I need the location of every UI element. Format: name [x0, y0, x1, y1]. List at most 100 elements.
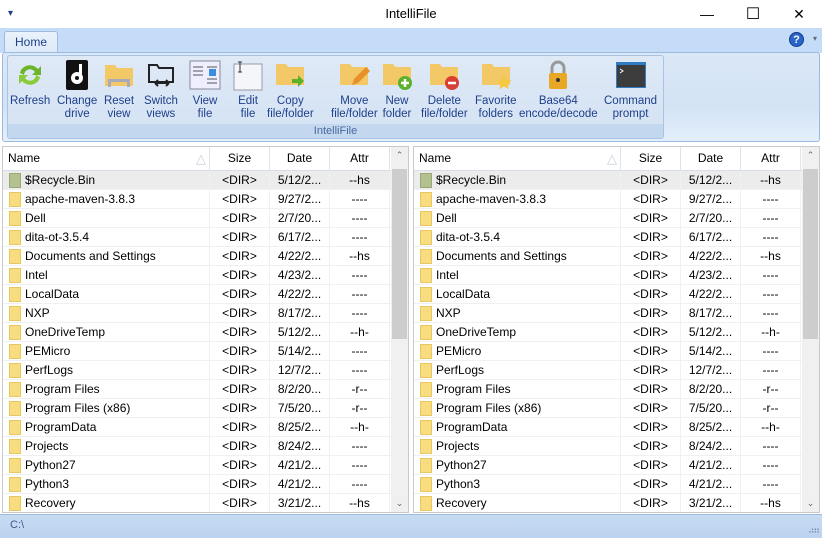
file-row[interactable]: Documents and Settings <DIR> 4/22/2... --hs — [414, 247, 802, 266]
maximize-button[interactable]: ☐ — [730, 0, 776, 28]
file-row[interactable]: LocalData <DIR> 4/22/2... ---- — [3, 285, 391, 304]
cell-attr: ---- — [330, 361, 390, 380]
cell-date: 9/27/2... — [270, 190, 330, 209]
tab-home[interactable]: Home — [4, 31, 58, 54]
file-row[interactable]: dita-ot-3.5.4 <DIR> 6/17/2... ---- — [414, 228, 802, 247]
drive-icon — [61, 59, 93, 91]
cell-attr: -r-- — [741, 399, 801, 418]
file-row[interactable]: PerfLogs <DIR> 12/7/2... ---- — [414, 361, 802, 380]
command-button[interactable]: Command prompt — [604, 59, 657, 121]
vertical-scrollbar[interactable]: ⌃ ⌄ — [391, 147, 408, 512]
close-button[interactable]: ✕ — [776, 0, 822, 28]
cell-date: 5/12/2... — [681, 323, 741, 342]
file-row[interactable]: OneDriveTemp <DIR> 5/12/2... --h- — [414, 323, 802, 342]
base64-button[interactable]: Base64 encode/decode — [519, 59, 598, 121]
button-label-line2: file — [240, 108, 256, 120]
file-row[interactable]: Projects <DIR> 8/24/2... ---- — [414, 437, 802, 456]
new-button[interactable]: New folder — [381, 59, 413, 121]
scroll-up-icon[interactable]: ⌃ — [802, 150, 819, 161]
file-row[interactable]: ProgramData <DIR> 8/25/2... --h- — [414, 418, 802, 437]
file-row[interactable]: Dell <DIR> 2/7/20... ---- — [414, 209, 802, 228]
file-row[interactable]: Recovery <DIR> 3/21/2... --hs — [3, 494, 391, 512]
view-button[interactable]: View file — [189, 59, 221, 121]
file-row[interactable]: apache-maven-3.8.3 <DIR> 9/27/2... ---- — [414, 190, 802, 209]
cell-attr: --hs — [741, 247, 801, 266]
column-header-name[interactable]: Name △ — [414, 147, 621, 171]
favorite-button[interactable]: Favorite folders — [475, 59, 517, 121]
file-row[interactable]: Documents and Settings <DIR> 4/22/2... --hs — [3, 247, 391, 266]
file-row[interactable]: Program Files (x86) <DIR> 7/5/20... -r-- — [414, 399, 802, 418]
cell-name: dita-ot-3.5.4 — [3, 228, 210, 247]
file-row[interactable]: $Recycle.Bin <DIR> 5/12/2... --hs — [3, 171, 391, 190]
column-header-label: Attr — [350, 151, 369, 165]
edit-button[interactable]: Edit file — [232, 59, 264, 121]
file-row[interactable]: Program Files <DIR> 8/2/20... -r-- — [3, 380, 391, 399]
button-label-line1: Change — [57, 95, 98, 107]
cell-name: Intel — [414, 266, 621, 285]
column-header-name[interactable]: Name △ — [3, 147, 210, 171]
ribbon-options-dropdown-icon[interactable]: ▾ — [813, 34, 817, 43]
file-row[interactable]: NXP <DIR> 8/17/2... ---- — [414, 304, 802, 323]
column-header-label: Size — [638, 151, 663, 165]
file-row[interactable]: PEMicro <DIR> 5/14/2... ---- — [414, 342, 802, 361]
move-button[interactable]: Move file/folder — [331, 59, 378, 121]
cell-date: 6/17/2... — [270, 228, 330, 247]
scroll-thumb[interactable] — [803, 169, 818, 339]
file-row[interactable]: ProgramData <DIR> 8/25/2... --h- — [3, 418, 391, 437]
delete-button[interactable]: Delete file/folder — [421, 59, 468, 121]
cell-attr: ---- — [330, 266, 390, 285]
cell-date: 4/22/2... — [681, 247, 741, 266]
file-row[interactable]: PerfLogs <DIR> 12/7/2... ---- — [3, 361, 391, 380]
file-row[interactable]: Intel <DIR> 4/23/2... ---- — [414, 266, 802, 285]
file-row[interactable]: apache-maven-3.8.3 <DIR> 9/27/2... ---- — [3, 190, 391, 209]
file-row[interactable]: $Recycle.Bin <DIR> 5/12/2... --hs — [414, 171, 802, 190]
button-label-line2: file — [197, 108, 213, 120]
cell-date: 4/22/2... — [681, 285, 741, 304]
file-row[interactable]: Python27 <DIR> 4/21/2... ---- — [3, 456, 391, 475]
copy-button[interactable]: Copy file/folder — [267, 59, 314, 121]
file-row[interactable]: Dell <DIR> 2/7/20... ---- — [3, 209, 391, 228]
file-row[interactable]: dita-ot-3.5.4 <DIR> 6/17/2... ---- — [3, 228, 391, 247]
file-row[interactable]: OneDriveTemp <DIR> 5/12/2... --h- — [3, 323, 391, 342]
file-row[interactable]: PEMicro <DIR> 5/14/2... ---- — [3, 342, 391, 361]
cell-name: apache-maven-3.8.3 — [414, 190, 621, 209]
minimize-button[interactable]: — — [684, 0, 730, 28]
scroll-thumb[interactable] — [392, 169, 407, 339]
reset-button[interactable]: Reset view — [103, 59, 135, 121]
cell-attr: ---- — [330, 304, 390, 323]
switch-button[interactable]: Switch views — [144, 59, 178, 121]
file-row[interactable]: Intel <DIR> 4/23/2... ---- — [3, 266, 391, 285]
cell-attr: -r-- — [330, 380, 390, 399]
file-row[interactable]: Projects <DIR> 8/24/2... ---- — [3, 437, 391, 456]
file-row[interactable]: Python3 <DIR> 4/21/2... ---- — [3, 475, 391, 494]
column-header-attr[interactable]: Attr — [330, 147, 390, 171]
scroll-down-icon[interactable]: ⌄ — [802, 498, 819, 509]
column-header-size[interactable]: Size — [621, 147, 681, 171]
change-button[interactable]: Change drive — [57, 59, 97, 121]
column-header-date[interactable]: Date — [681, 147, 741, 171]
scroll-up-icon[interactable]: ⌃ — [391, 150, 408, 161]
file-row[interactable]: Program Files <DIR> 8/2/20... -r-- — [414, 380, 802, 399]
resize-grip[interactable]: ⠴⠶ — [808, 525, 820, 536]
button-label-line2: file/folder — [421, 108, 468, 120]
file-row[interactable]: Recovery <DIR> 3/21/2... --hs — [414, 494, 802, 512]
scroll-down-icon[interactable]: ⌄ — [391, 498, 408, 509]
column-header-date[interactable]: Date — [270, 147, 330, 171]
refresh-button[interactable]: Refresh — [10, 59, 50, 108]
file-row[interactable]: Python3 <DIR> 4/21/2... ---- — [414, 475, 802, 494]
column-header-label: Attr — [761, 151, 780, 165]
cell-size: <DIR> — [621, 437, 681, 456]
column-header-attr[interactable]: Attr — [741, 147, 801, 171]
file-row[interactable]: Python27 <DIR> 4/21/2... ---- — [414, 456, 802, 475]
vertical-scrollbar[interactable]: ⌃ ⌄ — [802, 147, 819, 512]
cell-attr: ---- — [330, 228, 390, 247]
cell-size: <DIR> — [210, 456, 270, 475]
button-label-line1: Reset — [103, 95, 135, 107]
column-header-size[interactable]: Size — [210, 147, 270, 171]
cell-name: NXP — [3, 304, 210, 323]
file-row[interactable]: LocalData <DIR> 4/22/2... ---- — [414, 285, 802, 304]
help-icon[interactable]: ? — [789, 32, 804, 47]
file-row[interactable]: NXP <DIR> 8/17/2... ---- — [3, 304, 391, 323]
file-row[interactable]: Program Files (x86) <DIR> 7/5/20... -r-- — [3, 399, 391, 418]
cell-date: 4/21/2... — [270, 475, 330, 494]
